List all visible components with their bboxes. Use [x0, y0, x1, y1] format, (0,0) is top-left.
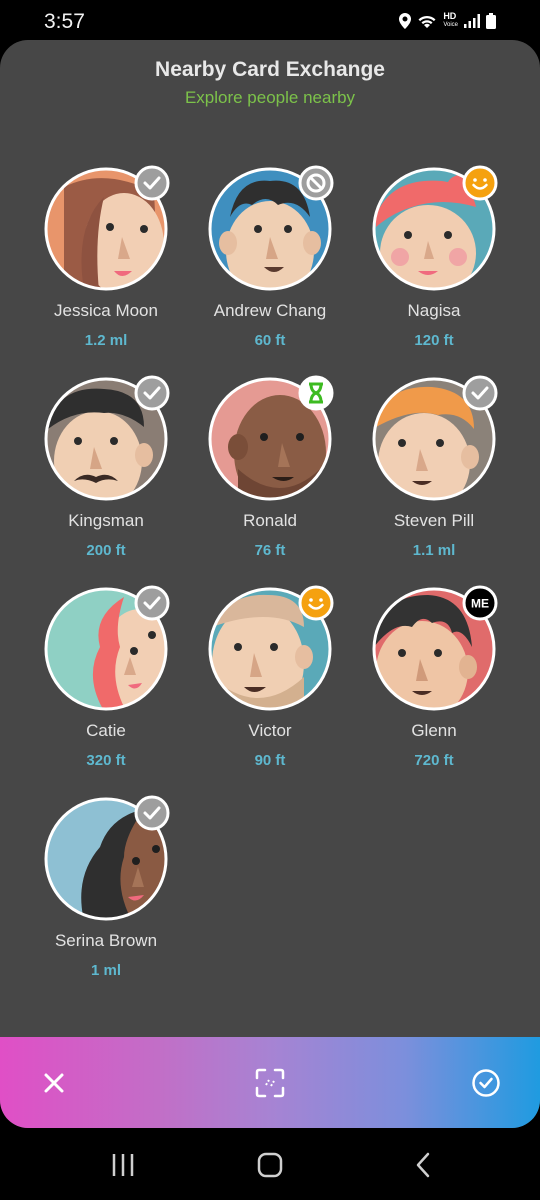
- me-badge: ME: [462, 585, 498, 621]
- wifi-icon: [418, 15, 436, 28]
- app-screen: Nearby Card Exchange Explore people near…: [0, 40, 540, 1128]
- close-icon[interactable]: [38, 1067, 70, 1099]
- avatar: [208, 375, 334, 501]
- check-icon: [134, 375, 170, 411]
- smile-icon: [298, 585, 334, 621]
- avatar: [44, 585, 170, 711]
- me-badge-text: ME: [471, 597, 489, 611]
- page-title: Nearby Card Exchange: [155, 58, 385, 81]
- person-name: Kingsman: [68, 511, 144, 530]
- check-icon: [462, 375, 498, 411]
- person-name: Catie: [86, 721, 126, 740]
- page-subtitle: Explore people nearby: [184, 88, 356, 107]
- status-time: 3:57: [44, 10, 85, 33]
- avatar: [44, 375, 170, 501]
- person-distance: 200 ft: [86, 542, 126, 559]
- signal-icon: [464, 14, 480, 28]
- person-distance: 60 ft: [254, 332, 286, 349]
- check-icon: [134, 795, 170, 831]
- avatar: [44, 165, 170, 291]
- blocked-icon: [298, 165, 334, 201]
- person-name: Serina Brown: [54, 931, 158, 950]
- hourglass-icon: [298, 375, 334, 411]
- hd-voice-indicator: HD Voice: [443, 12, 458, 30]
- person-name: Jessica Moon: [54, 301, 158, 320]
- person-distance: 720 ft: [414, 752, 454, 769]
- home-icon[interactable]: [256, 1152, 284, 1178]
- avatar: [208, 585, 334, 711]
- smile-icon: [462, 165, 498, 201]
- check-icon: [134, 165, 170, 201]
- battery-icon: [486, 13, 496, 29]
- status-icons: HD Voice: [399, 12, 496, 30]
- check-icon: [134, 585, 170, 621]
- person-distance: 1.2 ml: [84, 332, 128, 349]
- person-name: Glenn: [411, 721, 457, 740]
- person-name: Victor: [248, 721, 292, 740]
- voice-label: Voice: [443, 22, 458, 28]
- avatar: ME: [372, 585, 498, 711]
- person-name: Ronald: [243, 511, 297, 530]
- person-distance: 1 ml: [90, 962, 121, 979]
- recent-apps-icon[interactable]: [109, 1152, 137, 1178]
- avatar: [44, 795, 170, 921]
- person-distance: 120 ft: [414, 332, 454, 349]
- avatar: [372, 165, 498, 291]
- person-name: Nagisa: [407, 301, 461, 320]
- back-icon[interactable]: [410, 1152, 438, 1178]
- person-distance: 1.1 ml: [412, 542, 456, 559]
- avatar: [208, 165, 334, 291]
- person-distance: 320 ft: [86, 752, 126, 769]
- system-nav-bar: [0, 1128, 540, 1200]
- person-distance: 90 ft: [254, 752, 286, 769]
- action-bar: [0, 1037, 540, 1128]
- person-name: Andrew Chang: [213, 301, 327, 320]
- person-distance: 76 ft: [254, 542, 286, 559]
- avatar: [372, 375, 498, 501]
- scan-icon[interactable]: [254, 1067, 286, 1099]
- status-bar: 3:57 HD Voice: [0, 0, 540, 44]
- person-name: Steven Pill: [393, 511, 475, 530]
- hd-label: HD: [443, 11, 457, 21]
- location-icon: [399, 13, 412, 29]
- check-circle-icon[interactable]: [470, 1067, 502, 1099]
